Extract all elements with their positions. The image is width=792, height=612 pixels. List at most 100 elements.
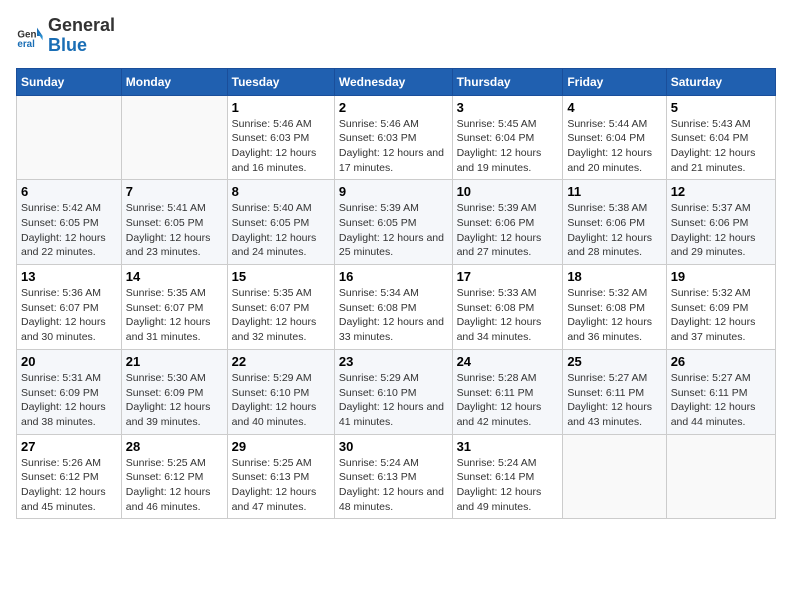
calendar-cell (666, 434, 775, 519)
weekday-header: Wednesday (334, 68, 452, 95)
day-number: 24 (457, 354, 559, 369)
day-number: 19 (671, 269, 771, 284)
calendar-cell: 21 Sunrise: 5:30 AMSunset: 6:09 PMDayligh… (121, 349, 227, 434)
day-number: 28 (126, 439, 223, 454)
calendar-cell: 19 Sunrise: 5:32 AMSunset: 6:09 PMDayligh… (666, 265, 775, 350)
calendar-cell: 31Sunrise: 5:24 AMSunset: 6:14 PMDayligh… (452, 434, 563, 519)
day-number: 30 (339, 439, 448, 454)
day-info: Sunrise: 5:35 AMSunset: 6:07 PMDaylight:… (232, 286, 330, 345)
day-info: Sunrise: 5:24 AMSunset: 6:14 PMDaylight:… (457, 456, 559, 515)
weekday-header: Saturday (666, 68, 775, 95)
calendar-cell: 1Sunrise: 5:46 AMSunset: 6:03 PMDaylight… (227, 95, 334, 180)
day-info: Sunrise: 5:30 AMSunset: 6:09 PMDaylight:… (126, 371, 223, 430)
day-info: Sunrise: 5:35 AMSunset: 6:07 PMDaylight:… (126, 286, 223, 345)
calendar-cell: 18Sunrise: 5:32 AMSunset: 6:08 PMDayligh… (563, 265, 666, 350)
calendar-cell: 14 Sunrise: 5:35 AMSunset: 6:07 PMDayligh… (121, 265, 227, 350)
calendar-cell: 25Sunrise: 5:27 AMSunset: 6:11 PMDayligh… (563, 349, 666, 434)
calendar-cell: 29 Sunrise: 5:25 AMSunset: 6:13 PMDayligh… (227, 434, 334, 519)
calendar-cell: 6 Sunrise: 5:42 AMSunset: 6:05 PMDaylight… (17, 180, 122, 265)
calendar-cell: 8 Sunrise: 5:40 AMSunset: 6:05 PMDaylight… (227, 180, 334, 265)
logo-icon: Gen eral (16, 22, 44, 50)
day-info: Sunrise: 5:40 AMSunset: 6:05 PMDaylight:… (232, 201, 330, 260)
day-number: 9 (339, 184, 448, 199)
calendar-cell: 16 Sunrise: 5:34 AMSunset: 6:08 PMDayligh… (334, 265, 452, 350)
day-info: Sunrise: 5:24 AMSunset: 6:13 PMDaylight:… (339, 456, 448, 515)
day-number: 5 (671, 100, 771, 115)
calendar-header-row: SundayMondayTuesdayWednesdayThursdayFrid… (17, 68, 776, 95)
calendar-table: SundayMondayTuesdayWednesdayThursdayFrid… (16, 68, 776, 520)
day-info: Sunrise: 5:33 AMSunset: 6:08 PMDaylight:… (457, 286, 559, 345)
calendar-cell: 20 Sunrise: 5:31 AMSunset: 6:09 PMDayligh… (17, 349, 122, 434)
calendar-cell: 9 Sunrise: 5:39 AMSunset: 6:05 PMDaylight… (334, 180, 452, 265)
calendar-cell: 24 Sunrise: 5:28 AMSunset: 6:11 PMDayligh… (452, 349, 563, 434)
calendar-cell: 13Sunrise: 5:36 AMSunset: 6:07 PMDayligh… (17, 265, 122, 350)
day-number: 17 (457, 269, 559, 284)
day-info: Sunrise: 5:29 AMSunset: 6:10 PMDaylight:… (339, 371, 448, 430)
day-info: Sunrise: 5:43 AMSunset: 6:04 PMDaylight:… (671, 117, 771, 176)
day-number: 16 (339, 269, 448, 284)
calendar-cell: 15 Sunrise: 5:35 AMSunset: 6:07 PMDayligh… (227, 265, 334, 350)
day-info: Sunrise: 5:26 AMSunset: 6:12 PMDaylight:… (21, 456, 117, 515)
day-info: Sunrise: 5:38 AMSunset: 6:06 PMDaylight:… (567, 201, 661, 260)
calendar-cell: 5 Sunrise: 5:43 AMSunset: 6:04 PMDaylight… (666, 95, 775, 180)
calendar-week-row: 20 Sunrise: 5:31 AMSunset: 6:09 PMDayligh… (17, 349, 776, 434)
calendar-cell (17, 95, 122, 180)
day-info: Sunrise: 5:25 AMSunset: 6:13 PMDaylight:… (232, 456, 330, 515)
calendar-cell: 3 Sunrise: 5:45 AMSunset: 6:04 PMDaylight… (452, 95, 563, 180)
day-info: Sunrise: 5:39 AMSunset: 6:05 PMDaylight:… (339, 201, 448, 260)
day-number: 27 (21, 439, 117, 454)
day-info: Sunrise: 5:37 AMSunset: 6:06 PMDaylight:… (671, 201, 771, 260)
calendar-cell: 26 Sunrise: 5:27 AMSunset: 6:11 PMDayligh… (666, 349, 775, 434)
day-info: Sunrise: 5:44 AMSunset: 6:04 PMDaylight:… (567, 117, 661, 176)
calendar-cell: 4Sunrise: 5:44 AMSunset: 6:04 PMDaylight… (563, 95, 666, 180)
day-number: 25 (567, 354, 661, 369)
day-number: 10 (457, 184, 559, 199)
day-info: Sunrise: 5:25 AMSunset: 6:12 PMDaylight:… (126, 456, 223, 515)
day-number: 14 (126, 269, 223, 284)
weekday-header: Monday (121, 68, 227, 95)
page-header: Gen eral General Blue (16, 16, 776, 56)
calendar-cell: 2Sunrise: 5:46 AMSunset: 6:03 PMDaylight… (334, 95, 452, 180)
day-number: 29 (232, 439, 330, 454)
weekday-header: Tuesday (227, 68, 334, 95)
day-number: 6 (21, 184, 117, 199)
calendar-cell: 27 Sunrise: 5:26 AMSunset: 6:12 PMDayligh… (17, 434, 122, 519)
day-info: Sunrise: 5:32 AMSunset: 6:09 PMDaylight:… (671, 286, 771, 345)
calendar-week-row: 6 Sunrise: 5:42 AMSunset: 6:05 PMDaylight… (17, 180, 776, 265)
day-info: Sunrise: 5:45 AMSunset: 6:04 PMDaylight:… (457, 117, 559, 176)
calendar-week-row: 27 Sunrise: 5:26 AMSunset: 6:12 PMDayligh… (17, 434, 776, 519)
day-info: Sunrise: 5:46 AMSunset: 6:03 PMDaylight:… (339, 117, 448, 176)
day-info: Sunrise: 5:31 AMSunset: 6:09 PMDaylight:… (21, 371, 117, 430)
day-number: 18 (567, 269, 661, 284)
weekday-header: Sunday (17, 68, 122, 95)
day-number: 21 (126, 354, 223, 369)
calendar-cell: 7Sunrise: 5:41 AMSunset: 6:05 PMDaylight… (121, 180, 227, 265)
day-info: Sunrise: 5:42 AMSunset: 6:05 PMDaylight:… (21, 201, 117, 260)
day-info: Sunrise: 5:39 AMSunset: 6:06 PMDaylight:… (457, 201, 559, 260)
day-number: 1 (232, 100, 330, 115)
day-info: Sunrise: 5:36 AMSunset: 6:07 PMDaylight:… (21, 286, 117, 345)
day-number: 15 (232, 269, 330, 284)
weekday-header: Friday (563, 68, 666, 95)
day-info: Sunrise: 5:27 AMSunset: 6:11 PMDaylight:… (671, 371, 771, 430)
day-number: 8 (232, 184, 330, 199)
day-info: Sunrise: 5:34 AMSunset: 6:08 PMDaylight:… (339, 286, 448, 345)
logo: Gen eral General Blue (16, 16, 115, 56)
calendar-cell: 11 Sunrise: 5:38 AMSunset: 6:06 PMDayligh… (563, 180, 666, 265)
calendar-cell: 17 Sunrise: 5:33 AMSunset: 6:08 PMDayligh… (452, 265, 563, 350)
calendar-cell: 30 Sunrise: 5:24 AMSunset: 6:13 PMDayligh… (334, 434, 452, 519)
day-info: Sunrise: 5:29 AMSunset: 6:10 PMDaylight:… (232, 371, 330, 430)
day-info: Sunrise: 5:28 AMSunset: 6:11 PMDaylight:… (457, 371, 559, 430)
calendar-cell (563, 434, 666, 519)
day-number: 11 (567, 184, 661, 199)
day-number: 20 (21, 354, 117, 369)
day-number: 3 (457, 100, 559, 115)
calendar-week-row: 1 Sunrise: 5:46 AMSunset: 6:03 PMDaylight… (17, 95, 776, 180)
day-number: 22 (232, 354, 330, 369)
day-number: 26 (671, 354, 771, 369)
calendar-week-row: 13Sunrise: 5:36 AMSunset: 6:07 PMDayligh… (17, 265, 776, 350)
day-info: Sunrise: 5:41 AMSunset: 6:05 PMDaylight:… (126, 201, 223, 260)
svg-text:eral: eral (17, 39, 35, 50)
calendar-cell (121, 95, 227, 180)
day-number: 23 (339, 354, 448, 369)
